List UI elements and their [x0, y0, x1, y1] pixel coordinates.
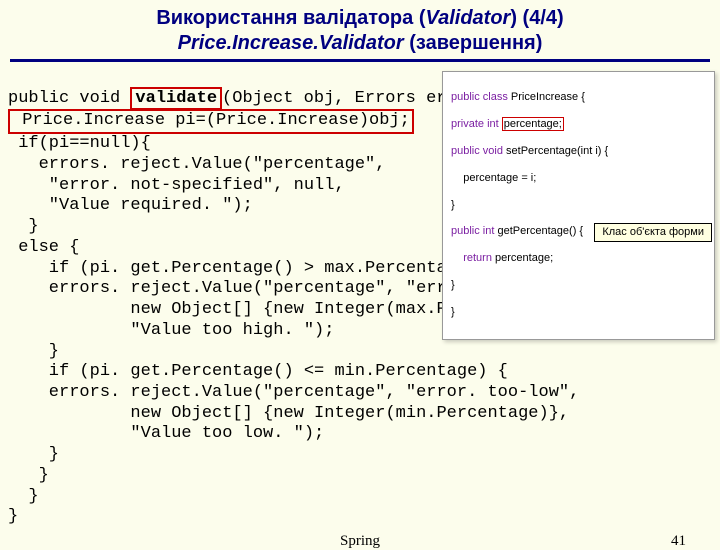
page-number: 41 [671, 533, 686, 550]
title-underline [10, 59, 710, 62]
footer-center: Spring [0, 533, 720, 550]
code-block: public void validate(Object obj, Errors … [0, 68, 720, 550]
highlight-validate: validate [130, 87, 222, 110]
popup-class-code: public class PriceIncrease { private int… [442, 71, 715, 340]
tooltip-label: Клас об'єкта форми [594, 223, 712, 242]
highlight-cast-line: Price.Increase pi=(Price.Increase)obj; [8, 109, 414, 134]
slide-title: Використання валідатора (Validator) (4/4… [0, 0, 720, 56]
